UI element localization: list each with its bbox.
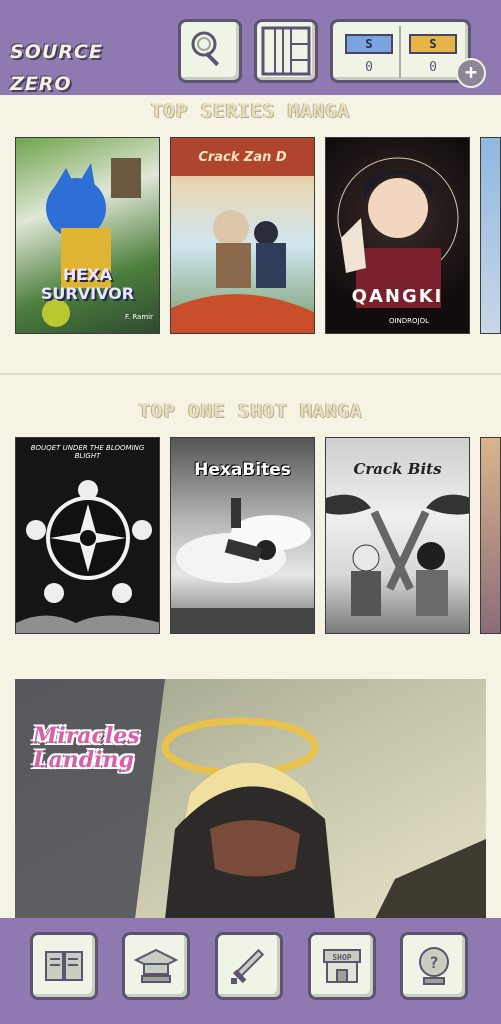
cover-author: OINDROJOL <box>388 317 429 325</box>
sword-icon <box>231 948 265 984</box>
shop-icon: SHOP <box>323 949 361 983</box>
nav-academy-button[interactable] <box>122 932 190 1000</box>
nav-shop-button[interactable]: SHOP <box>308 932 376 1000</box>
blue-ticket-count: 0 <box>365 60 373 75</box>
currency-gold: S 0 <box>403 30 463 78</box>
manga-cover-crack-zan-d[interactable]: Crack Zan D <box>170 137 315 334</box>
cover-art <box>42 158 141 327</box>
currency-blue: S 0 <box>339 30 399 78</box>
cover-title: HexaBites <box>194 460 291 480</box>
gold-ticket-count: 0 <box>429 60 437 75</box>
cover-title: Crack Zan D <box>198 150 287 165</box>
banner-title: Miracles Landing <box>33 723 140 773</box>
manga-cover-bouqet[interactable]: BOUQET UNDER THE BLOOMING BLIGHT <box>15 437 160 634</box>
nav-help-button[interactable]: ? <box>400 932 468 1000</box>
manga-cover-crack-bits[interactable]: Crack Bits <box>325 437 470 634</box>
cover-title: BOUQET UNDER THE BLOOMING BLIGHT <box>30 444 145 460</box>
help-label: ? <box>429 953 439 972</box>
manga-cover-partial[interactable] <box>480 137 501 334</box>
blue-ticket-icon: S <box>345 34 393 54</box>
nav-battle-button[interactable] <box>215 932 283 1000</box>
bottom-nav: SHOP ? <box>0 918 501 1024</box>
featured-banner[interactable]: Miracles Landing <box>15 679 486 919</box>
currency-divider <box>399 26 401 78</box>
manga-cover-qangki[interactable]: QANGKI OINDROJOL <box>325 137 470 334</box>
gold-ticket-icon: S <box>409 34 457 54</box>
section-divider <box>0 373 501 375</box>
library-button[interactable] <box>254 19 318 83</box>
help-icon: ? <box>419 947 449 985</box>
add-currency-button[interactable]: + <box>456 58 486 88</box>
top-series-title: TOP SERIES MANGA <box>150 100 351 122</box>
book-icon <box>45 951 83 981</box>
cover-title: QANGKI <box>351 286 444 307</box>
cover-title: Crack Bits <box>353 460 442 478</box>
nav-library-button[interactable] <box>30 932 98 1000</box>
manga-cover-hexa-survivor[interactable]: HEXA SURVIVOR F. Ramir <box>15 137 160 334</box>
search-button[interactable] <box>178 19 242 83</box>
cover-art <box>16 480 159 633</box>
graduation-cap-icon <box>134 948 178 983</box>
cover-art <box>171 138 314 333</box>
library-grid-icon <box>261 26 311 76</box>
banner-art <box>15 679 486 919</box>
top-bar: SOURCE ZERO S 0 S 0 + <box>0 0 501 95</box>
search-icon <box>191 31 220 67</box>
manga-cover-partial[interactable] <box>480 437 501 634</box>
cover-author: F. Ramir <box>125 313 153 321</box>
top-one-shot-title: TOP ONE SHOT MANGA <box>138 400 363 422</box>
cover-title: HEXA SURVIVOR <box>40 265 135 303</box>
shop-label: SHOP <box>332 953 351 962</box>
manga-cover-hexabites[interactable]: HexaBites <box>170 437 315 634</box>
currency-panel: S 0 S 0 + <box>330 19 486 88</box>
app-logo[interactable]: SOURCE ZERO <box>10 36 118 95</box>
